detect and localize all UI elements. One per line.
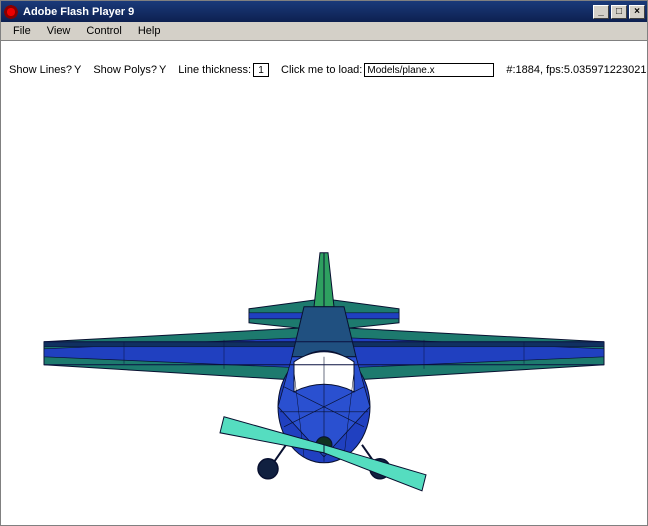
plane-model-icon bbox=[24, 157, 624, 517]
menu-view[interactable]: View bbox=[39, 23, 79, 39]
menu-control[interactable]: Control bbox=[78, 23, 129, 39]
maximize-button[interactable]: □ bbox=[611, 5, 627, 19]
load-label[interactable]: Click me to load: bbox=[281, 64, 362, 76]
window-title: Adobe Flash Player 9 bbox=[23, 6, 591, 18]
menubar: File View Control Help bbox=[1, 22, 647, 41]
app-window: Adobe Flash Player 9 _ □ × File View Con… bbox=[0, 0, 648, 526]
line-thickness-label: Line thickness: bbox=[178, 64, 251, 76]
load-model-group: Click me to load: bbox=[281, 63, 494, 77]
content-area: Show Lines? Y Show Polys? Y Line thickne… bbox=[1, 41, 647, 525]
menu-file[interactable]: File bbox=[5, 23, 39, 39]
model-path-input[interactable] bbox=[364, 63, 494, 77]
app-icon bbox=[3, 4, 19, 20]
show-polys-toggle[interactable]: Show Polys? Y bbox=[93, 64, 166, 76]
3d-viewport[interactable] bbox=[1, 91, 647, 525]
titlebar[interactable]: Adobe Flash Player 9 _ □ × bbox=[1, 1, 647, 22]
minimize-button[interactable]: _ bbox=[593, 5, 609, 19]
line-thickness-group: Line thickness: bbox=[178, 63, 269, 77]
show-polys-label: Show Polys? bbox=[93, 64, 157, 76]
close-button[interactable]: × bbox=[629, 5, 645, 19]
show-lines-value: Y bbox=[74, 64, 81, 76]
menu-help[interactable]: Help bbox=[130, 23, 169, 39]
stats-text: #:1884, fps:5.03597122302158 bbox=[506, 64, 647, 76]
show-lines-toggle[interactable]: Show Lines? Y bbox=[9, 64, 81, 76]
stats-readout: #:1884, fps:5.03597122302158 bbox=[506, 64, 647, 76]
show-polys-value: Y bbox=[159, 64, 166, 76]
show-lines-label: Show Lines? bbox=[9, 64, 72, 76]
window-controls: _ □ × bbox=[591, 5, 645, 19]
line-thickness-input[interactable] bbox=[253, 63, 269, 77]
toolbar: Show Lines? Y Show Polys? Y Line thickne… bbox=[9, 63, 639, 77]
